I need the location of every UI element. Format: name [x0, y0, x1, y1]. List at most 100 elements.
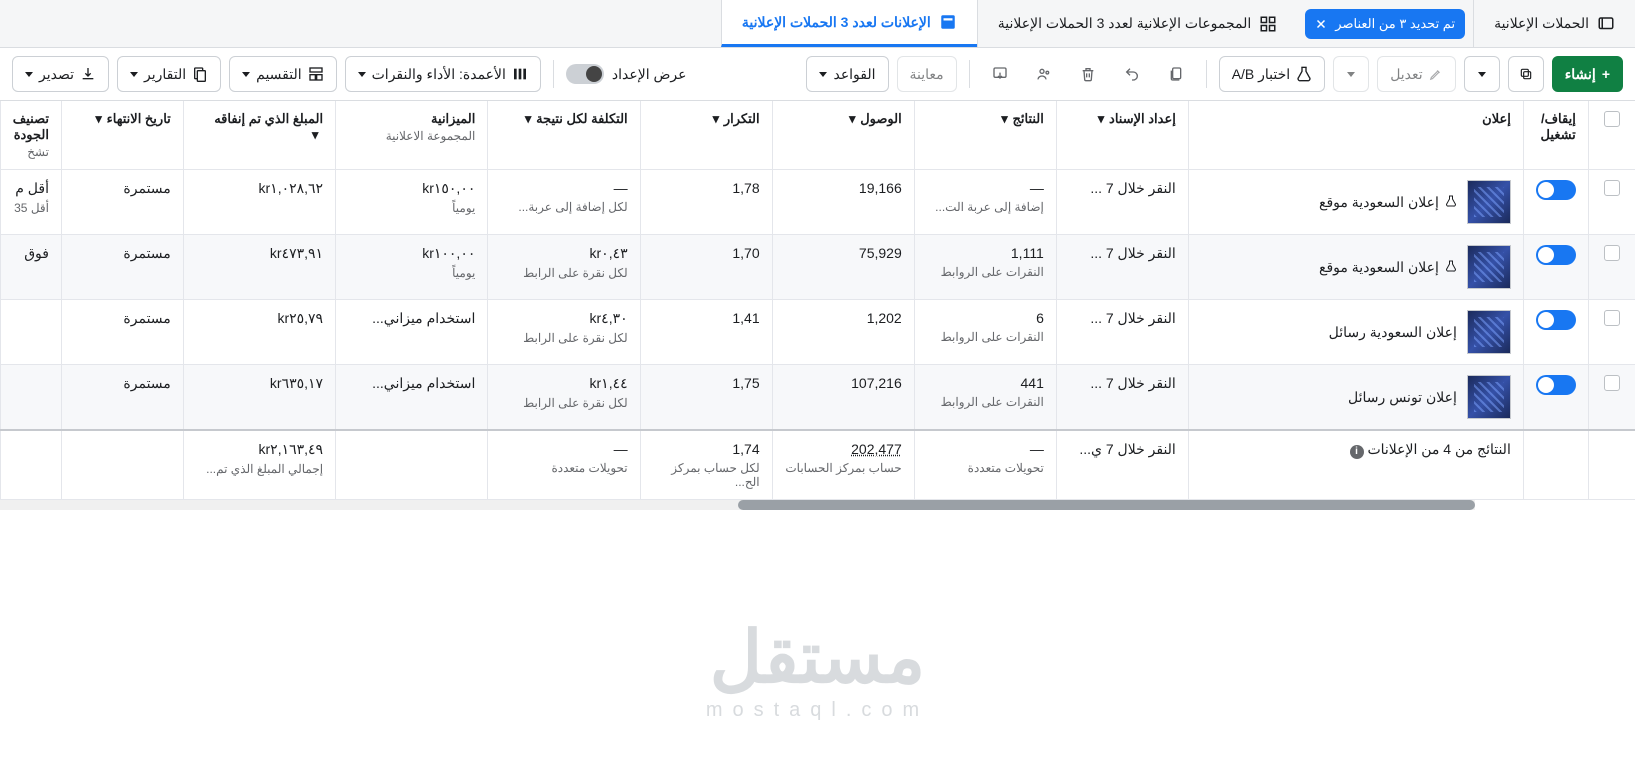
- ad-name[interactable]: إعلان السعودية موقع: [1319, 259, 1457, 276]
- ad-thumbnail: [1467, 180, 1511, 224]
- ab-test-button[interactable]: اختبار A/B: [1219, 56, 1326, 92]
- divider: [553, 60, 554, 88]
- horizontal-scrollbar[interactable]: [0, 500, 1475, 510]
- ad-cell: إعلان السعودية موقع: [1201, 245, 1511, 289]
- chevron-down-icon: [358, 72, 366, 77]
- row-checkbox[interactable]: [1604, 310, 1620, 326]
- header-label: إعلان: [1482, 111, 1511, 126]
- cell-end-date: مستمرة: [61, 300, 183, 365]
- level-tabs: الحملات الإعلانية تم تحديد ٣ من العناصر …: [0, 0, 1635, 48]
- duplicate-button[interactable]: [1508, 56, 1544, 92]
- ad-name[interactable]: إعلان السعودية رسائل: [1329, 324, 1457, 341]
- cell-quality: [1, 300, 62, 365]
- header-label: التكرار: [724, 111, 760, 126]
- cell-results: 1,111النقرات على الروابط: [914, 235, 1056, 300]
- columns-button[interactable]: الأعمدة: الأداء والنقرات: [345, 56, 541, 92]
- ad-name-text: إعلان السعودية موقع: [1319, 194, 1439, 211]
- info-icon[interactable]: i: [1350, 445, 1364, 459]
- header-attribution[interactable]: إعداد الإسناد▾: [1056, 101, 1188, 170]
- chevron-down-icon: [819, 72, 827, 77]
- undo-button[interactable]: [1114, 56, 1150, 92]
- ad-thumbnail: [1467, 375, 1511, 419]
- chevron-down-icon: [130, 72, 138, 77]
- table-row[interactable]: إعلان تونس رسائلالنقر خلال 7 ...441النقر…: [1, 365, 1635, 431]
- status-toggle[interactable]: [1536, 245, 1576, 265]
- status-toggle[interactable]: [1536, 375, 1576, 395]
- divider: [969, 60, 970, 88]
- cell-frequency: 1,70: [640, 235, 772, 300]
- cell-frequency: 1,75: [640, 365, 772, 431]
- edit-button[interactable]: تعديل: [1377, 56, 1456, 92]
- export-quick-button[interactable]: [982, 56, 1018, 92]
- chip-label: تم تحديد ٣ من العناصر: [1335, 16, 1455, 32]
- rules-button[interactable]: القواعد: [806, 56, 888, 92]
- create-button[interactable]: + إنشاء: [1552, 56, 1623, 92]
- button-label: تعديل: [1390, 66, 1423, 83]
- delete-button[interactable]: [1070, 56, 1106, 92]
- sort-icon[interactable]: ▾: [1093, 111, 1109, 127]
- row-checkbox[interactable]: [1604, 375, 1620, 391]
- sort-icon[interactable]: ▾: [708, 111, 724, 127]
- table-row[interactable]: إعلان السعودية موقعالنقر خلال 7 ...1,111…: [1, 235, 1635, 300]
- cell-quality: [1, 365, 62, 431]
- preview-button[interactable]: معاينة: [897, 56, 957, 92]
- header-spent[interactable]: المبلغ الذي تم إنفاقه▾: [183, 101, 335, 170]
- footer-cpr: —تحويلات متعددة: [488, 430, 640, 500]
- cell-attribution: النقر خلال 7 ...: [1056, 300, 1188, 365]
- cell-end-date: مستمرة: [61, 170, 183, 235]
- sort-icon[interactable]: ▾: [91, 111, 107, 127]
- close-icon[interactable]: [1315, 18, 1327, 30]
- status-toggle[interactable]: [1536, 310, 1576, 330]
- header-frequency[interactable]: التكرار▾: [640, 101, 772, 170]
- ad-cell: إعلان السعودية موقع: [1201, 180, 1511, 224]
- footer-summary: النتائج من 4 من الإعلانات i: [1188, 430, 1523, 500]
- sort-icon[interactable]: ▾: [520, 111, 536, 127]
- footer-results: —تحويلات متعددة: [914, 430, 1056, 500]
- header-cpr[interactable]: التكلفة لكل نتيجة▾: [488, 101, 640, 170]
- header-ad[interactable]: إعلان: [1188, 101, 1523, 170]
- view-setup-toggle[interactable]: [566, 64, 604, 84]
- toolbar: + إنشاء تعديل اختبار A/B معاينة القواعد …: [0, 48, 1635, 101]
- ad-name[interactable]: إعلان السعودية موقع: [1319, 194, 1457, 211]
- chevron-down-icon: [242, 72, 250, 77]
- tab-adsets[interactable]: المجموعات الإعلانية لعدد 3 الحملات الإعل…: [977, 0, 1298, 47]
- ad-thumbnail: [1467, 310, 1511, 354]
- ad-name[interactable]: إعلان تونس رسائل: [1348, 389, 1457, 406]
- reports-button[interactable]: التقارير: [117, 56, 221, 92]
- export-button[interactable]: تصدير: [12, 56, 109, 92]
- header-reach[interactable]: الوصول▾: [772, 101, 914, 170]
- table-row[interactable]: إعلان السعودية رسائل النقر خلال 7 ...6الن…: [1, 300, 1635, 365]
- create-menu-button[interactable]: [1464, 56, 1500, 92]
- tab-campaigns[interactable]: الحملات الإعلانية: [1473, 0, 1635, 47]
- audience-button[interactable]: [1026, 56, 1062, 92]
- cell-budget: kr١٥٠,٠٠يومياً: [336, 170, 488, 235]
- cell-cpr: kr٤,٣٠لكل نقرة على الرابط: [488, 300, 640, 365]
- tab-label: المجموعات الإعلانية لعدد 3 الحملات الإعل…: [998, 15, 1252, 32]
- sort-icon[interactable]: ▾: [307, 127, 323, 143]
- cell-cpr: kr٠,٤٣لكل نقرة على الرابط: [488, 235, 640, 300]
- selection-chip[interactable]: تم تحديد ٣ من العناصر: [1305, 9, 1465, 39]
- button-label: معاينة: [910, 66, 944, 83]
- cell-spent: kr٢٥,٧٩: [183, 300, 335, 365]
- footer-reach: 202,477حساب بمركز الحسابات: [772, 430, 914, 500]
- copy-button[interactable]: [1158, 56, 1194, 92]
- table-row[interactable]: إعلان السعودية موقعالنقر خلال 7 ...—إضاف…: [1, 170, 1635, 235]
- row-checkbox[interactable]: [1604, 245, 1620, 261]
- sort-icon[interactable]: ▾: [996, 111, 1012, 127]
- tab-ads[interactable]: الإعلانات لعدد 3 الحملات الإعلانية: [721, 0, 977, 47]
- status-toggle[interactable]: [1536, 180, 1576, 200]
- header-quality[interactable]: تصنيف الجودةتشخ: [1, 101, 62, 170]
- header-checkbox: [1588, 101, 1635, 170]
- breakdown-button[interactable]: التقسيم: [229, 56, 337, 92]
- button-label: إنشاء: [1565, 66, 1596, 83]
- campaigns-icon: [1597, 15, 1615, 33]
- edit-menu-button[interactable]: [1333, 56, 1369, 92]
- cell-results: 6النقرات على الروابط: [914, 300, 1056, 365]
- row-checkbox[interactable]: [1604, 180, 1620, 196]
- footer-frequency: 1,74لكل حساب بمركز الح...: [640, 430, 772, 500]
- sort-icon[interactable]: ▾: [844, 111, 860, 127]
- select-all-checkbox[interactable]: [1604, 111, 1620, 127]
- header-end-date[interactable]: تاريخ الانتهاء▾: [61, 101, 183, 170]
- header-budget[interactable]: الميزانيةالمجموعة الاعلانية: [336, 101, 488, 170]
- header-results[interactable]: النتائج▾: [914, 101, 1056, 170]
